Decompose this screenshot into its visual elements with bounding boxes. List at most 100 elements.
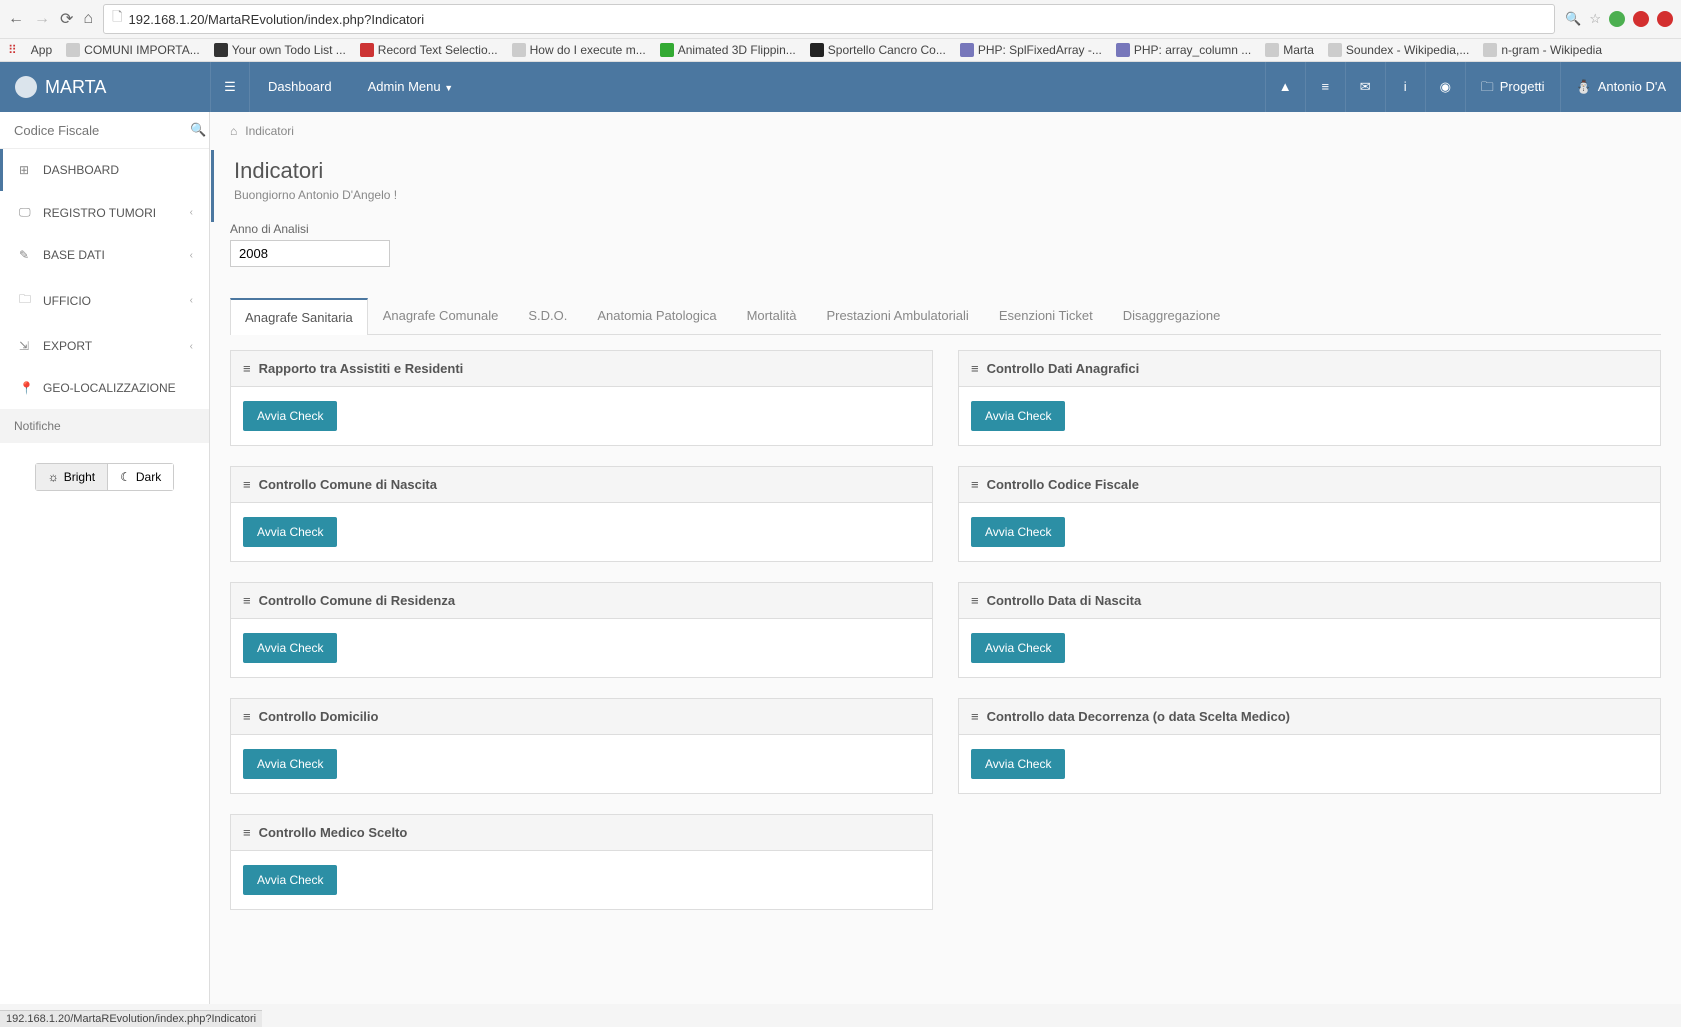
search-input[interactable] — [14, 123, 190, 138]
search-icon[interactable]: 🔍 — [190, 122, 206, 138]
logo-icon — [15, 76, 37, 98]
bookmark-item[interactable]: PHP: array_column ... — [1116, 43, 1251, 57]
panel-header: ≡ Controllo data Decorrenza (o data Scelt… — [959, 699, 1660, 735]
avvia-check-button[interactable]: Avvia Check — [971, 633, 1065, 663]
avvia-check-button[interactable]: Avvia Check — [971, 401, 1065, 431]
reload-icon[interactable]: ⟳ — [60, 9, 73, 29]
panel: ≡ Controllo data Decorrenza (o data Scelt… — [958, 698, 1661, 794]
extension-icon-2[interactable] — [1609, 11, 1625, 27]
forward-icon[interactable]: → — [34, 10, 50, 28]
status-bar: 192.168.1.20/MartaREvolution/index.php?I… — [0, 1010, 262, 1027]
tab-anagrafe-sanitaria[interactable]: Anagrafe Sanitaria — [230, 298, 368, 335]
panel: ≡Controllo DomicilioAvvia Check — [230, 698, 933, 794]
url-bar[interactable]: 🗋 — [103, 4, 1555, 34]
alert-icon[interactable]: ▲ — [1265, 62, 1305, 112]
nav-admin-menu[interactable]: Admin Menu ▼ — [350, 62, 472, 112]
apps-icon[interactable]: ⠿ — [8, 43, 17, 57]
bookmark-item[interactable]: How do I execute m... — [512, 43, 646, 57]
tab-sdo[interactable]: S.D.O. — [513, 297, 582, 334]
tab-prestazioni[interactable]: Prestazioni Ambulatoriali — [811, 297, 983, 334]
panel-title: Controllo Dati Anagrafici — [987, 361, 1140, 376]
tab-anatomia-patologica[interactable]: Anatomia Patologica — [582, 297, 731, 334]
breadcrumb-item[interactable]: Indicatori — [245, 124, 294, 138]
theme-dark-button[interactable]: ☾Dark — [108, 464, 173, 490]
panel-header: ≡Rapporto tra Assistiti e Residenti — [231, 351, 932, 387]
breadcrumb: ⌂ Indicatori — [210, 112, 1681, 150]
sidebar-item-export[interactable]: ⇲EXPORT‹ — [0, 325, 209, 367]
nav-dashboard[interactable]: Dashboard — [250, 62, 350, 112]
bars-icon: ≡ — [971, 709, 979, 724]
tab-esenzioni[interactable]: Esenzioni Ticket — [984, 297, 1108, 334]
back-icon[interactable]: ← — [8, 10, 24, 28]
page-icon: 🗋 — [112, 8, 122, 30]
home-icon[interactable]: ⌂ — [83, 10, 93, 28]
tab-mortalita[interactable]: Mortalità — [732, 297, 812, 334]
panel: ≡Controllo Data di NascitaAvvia Check — [958, 582, 1661, 678]
sidebar-search[interactable]: 🔍 — [0, 112, 209, 149]
bookmark-item[interactable]: Marta — [1265, 43, 1314, 57]
panel: ≡Controllo Comune di Residenza Avvia Chec… — [230, 582, 933, 678]
panel: ≡Controllo Medico SceltoAvvia Check — [230, 814, 933, 910]
sidebar: 🔍 ⊞DASHBOARD 🖵REGISTRO TUMORI‹ ✎BASE DAT… — [0, 112, 210, 1004]
bars-icon: ≡ — [243, 477, 251, 492]
mail-icon[interactable]: ✉ — [1345, 62, 1385, 112]
panel-title: Controllo Codice Fiscale — [987, 477, 1139, 492]
tab-anagrafe-comunale[interactable]: Anagrafe Comunale — [368, 297, 514, 334]
bookmark-item[interactable]: PHP: SplFixedArray -... — [960, 43, 1102, 57]
bars-icon: ≡ — [243, 361, 251, 376]
monitor-icon: 🖵 — [19, 205, 33, 220]
url-input[interactable] — [129, 12, 1547, 27]
bars-icon: ≡ — [243, 593, 251, 608]
sidebar-item-geo[interactable]: 📍GEO-LOCALIZZAZIONE — [0, 367, 209, 409]
bookmark-item[interactable]: Soundex - Wikipedia,... — [1328, 43, 1469, 57]
theme-bright-button[interactable]: ☼Bright — [36, 464, 108, 490]
extension-icon-3[interactable] — [1633, 11, 1649, 27]
year-input[interactable] — [230, 240, 390, 267]
page-heading: Indicatori Buongiorno Antonio D'Angelo ! — [211, 150, 1681, 222]
panel-title: Controllo data Decorrenza (o data Scelta… — [987, 709, 1290, 724]
year-label: Anno di Analisi — [230, 222, 1661, 236]
folder-icon: 🗀 — [1481, 62, 1494, 112]
bookmark-item[interactable]: Sportello Cancro Co... — [810, 43, 946, 57]
avvia-check-button[interactable]: Avvia Check — [971, 517, 1065, 547]
home-icon[interactable]: ⌂ — [230, 124, 237, 138]
tab-disaggregazione[interactable]: Disaggregazione — [1108, 297, 1236, 334]
info-icon[interactable]: i — [1385, 62, 1425, 112]
help-icon[interactable]: ◉ — [1425, 62, 1465, 112]
extension-icon-4[interactable] — [1657, 11, 1673, 27]
sidebar-item-base-dati[interactable]: ✎BASE DATI‹ — [0, 234, 209, 276]
progetti-button[interactable]: 🗀Progetti — [1465, 62, 1560, 112]
edit-icon: ✎ — [19, 248, 33, 262]
sidebar-toggle-button[interactable]: ☰ — [210, 62, 250, 112]
extension-icon-1[interactable]: 🔍 — [1565, 11, 1581, 27]
chevron-left-icon: ‹ — [190, 295, 193, 306]
bookmark-item[interactable]: Animated 3D Flippin... — [660, 43, 796, 57]
panel-title: Controllo Comune di Nascita — [259, 477, 437, 492]
sidebar-item-registro-tumori[interactable]: 🖵REGISTRO TUMORI‹ — [0, 191, 209, 234]
content: ⌂ Indicatori Indicatori Buongiorno Anton… — [210, 112, 1681, 1004]
avvia-check-button[interactable]: Avvia Check — [243, 749, 337, 779]
star-icon[interactable]: ☆ — [1589, 11, 1601, 27]
list-icon[interactable]: ≡ — [1305, 62, 1345, 112]
avvia-check-button[interactable]: Avvia Check — [971, 749, 1065, 779]
bookmark-item[interactable]: COMUNI IMPORTA... — [66, 43, 200, 57]
sidebar-item-ufficio[interactable]: 🗀UFFICIO‹ — [0, 276, 209, 325]
panel-header: ≡Controllo Codice Fiscale — [959, 467, 1660, 503]
logo[interactable]: MARTA — [0, 76, 210, 98]
bookmark-item[interactable]: n-gram - Wikipedia — [1483, 43, 1602, 57]
page-title: Indicatori — [234, 158, 1661, 184]
avvia-check-button[interactable]: Avvia Check — [243, 633, 337, 663]
user-menu[interactable]: ⛄Antonio D'A — [1560, 62, 1681, 112]
avvia-check-button[interactable]: Avvia Check — [243, 401, 337, 431]
panel: ≡ Controllo Comune di Nascita Avvia Check — [230, 466, 933, 562]
avvia-check-button[interactable]: Avvia Check — [243, 865, 337, 895]
bars-icon: ≡ — [243, 709, 251, 724]
bookmark-item[interactable]: App — [31, 43, 52, 57]
bookmark-item[interactable]: Your own Todo List ... — [214, 43, 346, 57]
panel-header: ≡Controllo Comune di Residenza — [231, 583, 932, 619]
bookmark-item[interactable]: Record Text Selectio... — [360, 43, 498, 57]
sidebar-item-dashboard[interactable]: ⊞DASHBOARD — [0, 149, 209, 191]
bars-icon: ≡ — [971, 361, 979, 376]
avvia-check-button[interactable]: Avvia Check — [243, 517, 337, 547]
sidebar-section-notifiche: Notifiche — [0, 409, 209, 443]
